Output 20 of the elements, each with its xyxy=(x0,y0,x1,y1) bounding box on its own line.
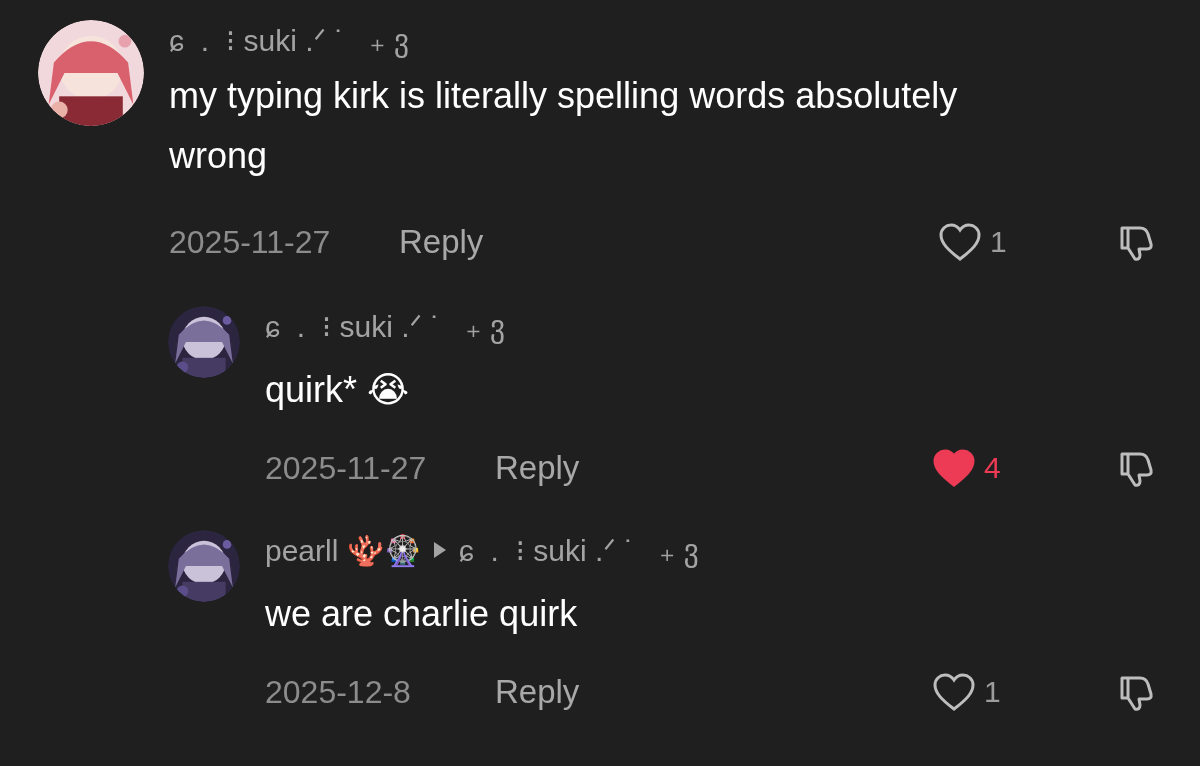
reply-button[interactable]: Reply xyxy=(495,449,580,487)
like-count: 1 xyxy=(984,675,1001,709)
comment-text: we are charlie quirk xyxy=(265,592,579,636)
heart-icon[interactable] xyxy=(932,672,976,712)
comment-text: my typing kirk is literally spelling words absolutely wrong xyxy=(169,74,959,178)
heart-icon[interactable] xyxy=(932,448,976,488)
username[interactable]: ɕ . ⁝ suki .ᐟ ˙ ₊ ვ xyxy=(265,308,506,344)
reply-button[interactable]: Reply xyxy=(495,673,580,711)
comment-date: 2025-11-27 xyxy=(265,449,428,487)
comment-date: 2025-11-27 xyxy=(169,223,332,261)
like-count: 1 xyxy=(990,225,1007,259)
reply-button[interactable]: Reply xyxy=(399,223,484,261)
username[interactable]: ɕ . ⁝ suki .ᐟ ˙ ₊ ვ xyxy=(458,532,699,568)
username[interactable]: pearll 🪸🎡 xyxy=(265,532,421,568)
play-icon xyxy=(432,541,447,559)
username[interactable]: ɕ . ⁝ suki .ᐟ ˙ ₊ ვ xyxy=(169,22,410,58)
heart-icon[interactable] xyxy=(938,222,982,262)
comment-date: 2025-12-8 xyxy=(265,673,412,711)
comment-text: quirk* 😭 xyxy=(265,368,411,412)
like-count: 4 xyxy=(984,451,1001,485)
